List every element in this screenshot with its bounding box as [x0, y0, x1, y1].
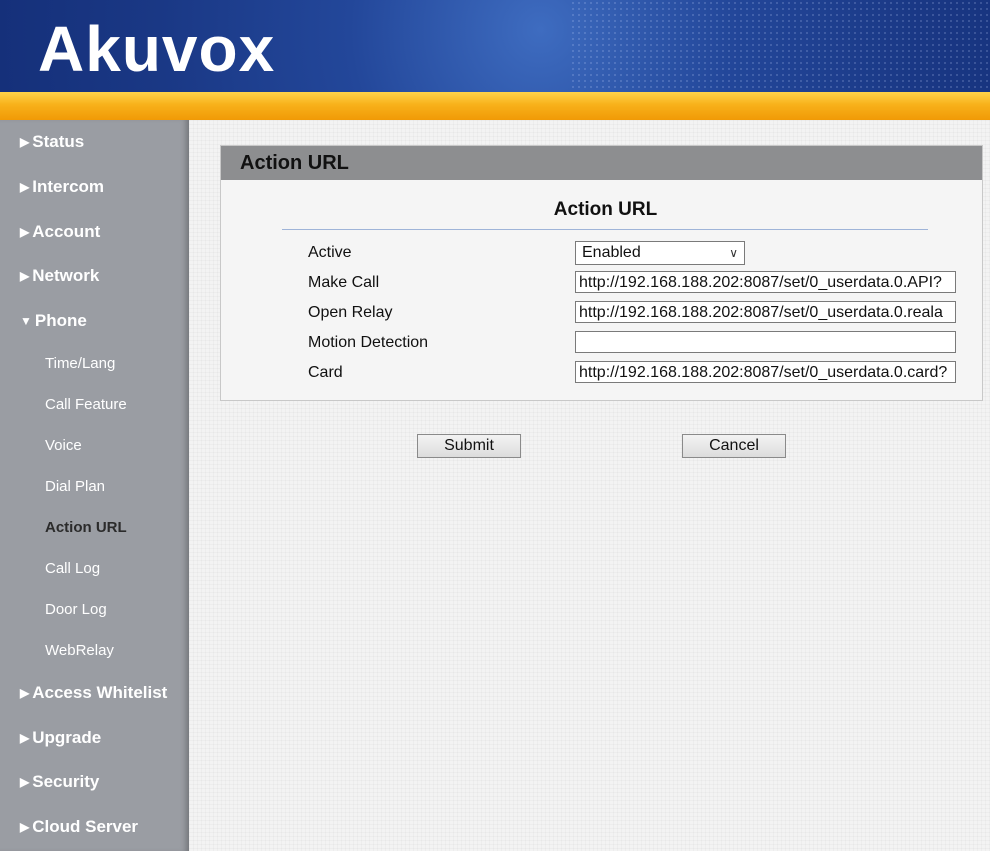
cancel-button[interactable]: Cancel: [682, 434, 786, 458]
sidebar-subitem-voice[interactable]: Voice: [45, 435, 82, 457]
sidebar-item-label: Intercom: [32, 177, 105, 196]
akuvox-logo: Akuvox: [38, 13, 276, 85]
open-relay-label: Open Relay: [308, 304, 393, 321]
card-label: Card: [308, 364, 343, 381]
header-banner: Akuvox: [0, 0, 990, 92]
sidebar-item-upgrade[interactable]: ▶ Upgrade: [20, 726, 101, 750]
page-title: Action URL: [240, 152, 349, 174]
sidebar-subitem-action-url[interactable]: Action URL: [45, 517, 127, 539]
sidebar-nav: ▶ Status ▶ Intercom ▶ Account ▶ Network ▼ Pho…: [0, 120, 189, 851]
motion-detection-label: Motion Detection: [308, 334, 429, 351]
sidebar-subitem-door-log[interactable]: Door Log: [45, 599, 107, 621]
sidebar-item-access-whitelist[interactable]: ▶ Access Whitelist: [20, 681, 167, 705]
active-label: Active: [308, 244, 352, 261]
expand-arrow-icon: ▶: [20, 225, 30, 239]
sidebar-item-security[interactable]: ▶ Security: [20, 770, 99, 794]
sidebar-item-label: Phone: [34, 311, 87, 330]
sidebar-item-label: Access Whitelist: [32, 683, 168, 702]
sidebar-item-intercom[interactable]: ▶ Intercom: [20, 175, 104, 199]
sidebar-item-phone[interactable]: ▼ Phone: [20, 309, 87, 333]
expand-arrow-icon: ▶: [20, 180, 30, 194]
collapse-arrow-icon: ▼: [20, 314, 32, 328]
sidebar-item-cloud-server[interactable]: ▶ Cloud Server: [20, 815, 138, 839]
card-input[interactable]: http://192.168.188.202:8087/set/0_userda…: [575, 361, 956, 383]
sidebar-subitem-time-lang[interactable]: Time/Lang: [45, 353, 115, 375]
sidebar-item-status[interactable]: ▶ Status: [20, 130, 84, 154]
expand-arrow-icon: ▶: [20, 686, 30, 700]
main-content: Action URL Action URL Active Enabled ∨ M…: [189, 120, 990, 851]
sidebar-item-label: Account: [32, 222, 101, 241]
header-decoration: [570, 0, 990, 92]
section-title: Action URL: [553, 199, 658, 220]
make-call-label: Make Call: [308, 274, 380, 291]
section-divider: [282, 229, 928, 230]
make-call-input[interactable]: http://192.168.188.202:8087/set/0_userda…: [575, 271, 956, 293]
submit-button[interactable]: Submit: [417, 434, 521, 458]
sidebar-subitem-webrelay[interactable]: WebRelay: [45, 640, 114, 662]
expand-arrow-icon: ▶: [20, 731, 30, 745]
sidebar-subitem-call-feature[interactable]: Call Feature: [45, 394, 127, 416]
sidebar-item-label: Network: [32, 266, 100, 285]
action-url-panel: Action URL Action URL Active Enabled ∨ M…: [220, 145, 983, 401]
sidebar-subitem-dial-plan[interactable]: Dial Plan: [45, 476, 105, 498]
header-accent-band: [0, 92, 990, 120]
sidebar-item-account[interactable]: ▶ Account: [20, 220, 100, 244]
expand-arrow-icon: ▶: [20, 135, 30, 149]
active-select-value: Enabled: [582, 244, 641, 261]
expand-arrow-icon: ▶: [20, 775, 30, 789]
motion-detection-input[interactable]: [575, 331, 956, 353]
sidebar-subitem-call-log[interactable]: Call Log: [45, 558, 100, 580]
panel-header: Action URL: [221, 146, 982, 180]
active-select[interactable]: Enabled ∨: [575, 241, 745, 265]
sidebar-item-label: Upgrade: [32, 728, 102, 747]
chevron-down-icon: ∨: [729, 246, 738, 260]
expand-arrow-icon: ▶: [20, 820, 30, 834]
sidebar-item-label: Cloud Server: [32, 817, 139, 836]
open-relay-input[interactable]: http://192.168.188.202:8087/set/0_userda…: [575, 301, 956, 323]
sidebar-item-label: Security: [32, 772, 100, 791]
sidebar-item-network[interactable]: ▶ Network: [20, 264, 99, 288]
expand-arrow-icon: ▶: [20, 269, 30, 283]
sidebar-item-label: Status: [32, 132, 85, 151]
